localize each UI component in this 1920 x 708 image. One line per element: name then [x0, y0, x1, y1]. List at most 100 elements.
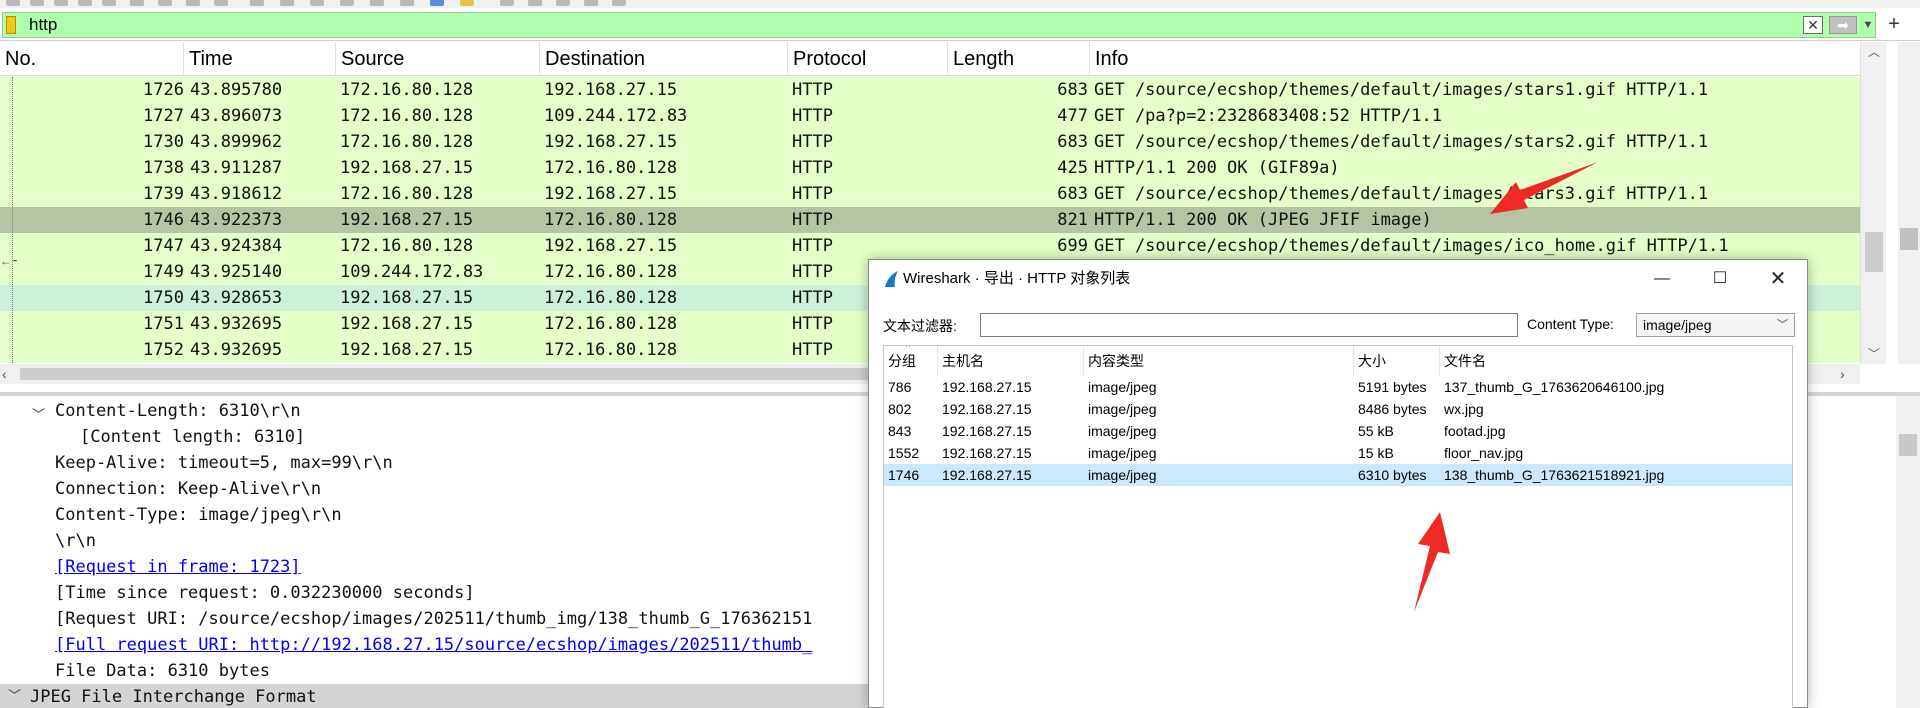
object-host: 192.168.27.15: [942, 401, 1032, 417]
packet-time: 43.924384: [190, 236, 283, 256]
packet-time: 43.922373: [190, 210, 283, 230]
display-filter-input[interactable]: [29, 14, 1789, 36]
details-scrollbar[interactable]: [1896, 396, 1920, 708]
add-filter-button-icon[interactable]: +: [1884, 14, 1904, 34]
packet-list-minimap[interactable]: ︿ ﹀: [1860, 42, 1886, 364]
packet-row[interactable]: 1747 43.924384 172.16.80.128 192.168.27.…: [0, 233, 1860, 259]
packet-destination: 109.244.172.83: [544, 106, 688, 126]
dialog-title-bar[interactable]: Wireshark · 导出 · HTTP 对象列表 — ☐ ✕: [869, 260, 1807, 298]
packet-row[interactable]: 1727 43.896073 172.16.80.128 109.244.172…: [0, 103, 1860, 129]
column-header-size[interactable]: 大小: [1354, 346, 1440, 376]
detail-line[interactable]: \r\n: [55, 528, 96, 554]
detail-line[interactable]: [Request URI: /source/ecshop/images/2025…: [55, 606, 812, 632]
detail-line[interactable]: Content-Length: 6310\r\n: [55, 398, 301, 424]
toolbar-icon[interactable]: [130, 0, 144, 6]
object-size: 5191 bytes: [1358, 379, 1427, 395]
toolbar-icon[interactable]: [30, 0, 44, 6]
packet-row[interactable]: 1726 43.895780 172.16.80.128 192.168.27.…: [0, 77, 1860, 103]
packet-row[interactable]: 1730 43.899962 172.16.80.128 192.168.27.…: [0, 129, 1860, 155]
toolbar-icon[interactable]: [370, 0, 384, 6]
close-icon[interactable]: ✕: [1749, 260, 1807, 298]
detail-line[interactable]: [Time since request: 0.032230000 seconds…: [55, 580, 475, 606]
bookmark-icon[interactable]: [6, 16, 16, 34]
packet-destination: 172.16.80.128: [544, 262, 678, 282]
packet-source: 192.168.27.15: [340, 314, 474, 334]
content-type-value: image/jpeg: [1643, 317, 1712, 333]
column-header-length[interactable]: Length: [948, 42, 1090, 76]
detail-line[interactable]: Keep-Alive: timeout=5, max=99\r\n: [55, 450, 393, 476]
zoom-in-icon[interactable]: [500, 0, 514, 6]
chevron-down-icon[interactable]: ﹀: [1777, 314, 1788, 336]
toolbar-icon[interactable]: [340, 0, 354, 6]
toolbar-icon[interactable]: [78, 0, 92, 6]
column-header-content-type[interactable]: 内容类型: [1084, 346, 1354, 376]
zoom-reset-icon[interactable]: [556, 0, 570, 6]
autoscroll-icon[interactable]: [460, 0, 474, 6]
packet-row-selected[interactable]: 1746 43.922373 192.168.27.15 172.16.80.1…: [0, 207, 1860, 233]
minimize-icon[interactable]: —: [1633, 260, 1691, 298]
toolbar-icon[interactable]: [6, 0, 20, 6]
detail-line[interactable]: Connection: Keep-Alive\r\n: [55, 476, 321, 502]
http-object-row[interactable]: 1552 192.168.27.15 image/jpeg 15 kB floo…: [884, 442, 1792, 464]
column-header-packet[interactable]: 分组: [884, 346, 938, 376]
jpeg-section-header[interactable]: ﹀ JPEG File Interchange Format: [0, 684, 880, 708]
chevron-right-icon[interactable]: ›: [1840, 364, 1845, 384]
request-in-frame-link[interactable]: [Request in frame: 1723]: [55, 554, 301, 580]
column-header-source[interactable]: Source: [336, 42, 540, 76]
maximize-icon[interactable]: ☐: [1691, 260, 1749, 298]
toolbar-icon[interactable]: [310, 0, 324, 6]
http-object-row[interactable]: 843 192.168.27.15 image/jpeg 55 kB foota…: [884, 420, 1792, 442]
apply-filter-icon[interactable]: ➡: [1829, 16, 1857, 34]
clear-filter-icon[interactable]: ✕: [1803, 16, 1823, 34]
column-header-info[interactable]: Info: [1090, 42, 1860, 76]
http-object-row-selected[interactable]: 1746 192.168.27.15 image/jpeg 6310 bytes…: [884, 464, 1792, 486]
chevron-up-icon[interactable]: ︿: [1861, 42, 1887, 62]
http-object-row[interactable]: 786 192.168.27.15 image/jpeg 5191 bytes …: [884, 376, 1792, 398]
packet-row[interactable]: 1739 43.918612 172.16.80.128 192.168.27.…: [0, 181, 1860, 207]
packet-row[interactable]: 1738 43.911287 192.168.27.15 172.16.80.1…: [0, 155, 1860, 181]
object-size: 6310 bytes: [1358, 467, 1427, 483]
colorize-icon[interactable]: [430, 0, 444, 6]
chevron-down-icon[interactable]: ▼: [1861, 16, 1875, 34]
toolbar-icon[interactable]: [186, 0, 200, 6]
toolbar-icon[interactable]: [158, 0, 172, 6]
scroll-thumb[interactable]: [1865, 232, 1883, 272]
table-icon[interactable]: [612, 0, 626, 6]
packet-no: 1751: [143, 314, 184, 334]
detail-line[interactable]: [Content length: 6310]: [80, 424, 305, 450]
detail-line[interactable]: Content-Type: image/jpeg\r\n: [55, 502, 342, 528]
column-header-time[interactable]: Time: [184, 42, 336, 76]
text-filter-input[interactable]: [980, 313, 1518, 337]
column-header-hostname[interactable]: 主机名: [938, 346, 1084, 376]
toolbar-icon[interactable]: [214, 0, 228, 6]
column-header-filename[interactable]: 文件名: [1440, 346, 1792, 376]
scroll-thumb[interactable]: [1899, 434, 1917, 456]
toolbar-icon[interactable]: [102, 0, 116, 6]
chevron-down-icon[interactable]: ﹀: [8, 684, 21, 708]
packet-list-scrollbar[interactable]: [1898, 42, 1920, 364]
chevron-down-icon[interactable]: ﹀: [32, 404, 45, 423]
resize-columns-icon[interactable]: [584, 0, 598, 6]
full-request-uri-link[interactable]: [Full request URI: http://192.168.27.15/…: [55, 632, 812, 658]
column-header-protocol[interactable]: Protocol: [788, 42, 948, 76]
http-object-row[interactable]: 802 192.168.27.15 image/jpeg 8486 bytes …: [884, 398, 1792, 420]
column-header-no[interactable]: No.: [0, 42, 184, 76]
zoom-out-icon[interactable]: [528, 0, 542, 6]
object-host: 192.168.27.15: [942, 423, 1032, 439]
packet-destination: 192.168.27.15: [544, 132, 678, 152]
object-type: image/jpeg: [1088, 401, 1157, 417]
scroll-thumb[interactable]: [1900, 228, 1918, 250]
detail-line[interactable]: File Data: 6310 bytes: [55, 658, 270, 684]
toolbar-icon[interactable]: [54, 0, 68, 6]
content-type-select[interactable]: image/jpeg ﹀: [1636, 313, 1795, 337]
object-packet: 843: [888, 423, 912, 439]
packet-no: 1726: [143, 80, 184, 100]
packet-protocol: HTTP: [792, 236, 833, 256]
column-header-destination[interactable]: Destination: [540, 42, 788, 76]
toolbar-icon[interactable]: [280, 0, 294, 6]
section-label: JPEG File Interchange Format: [30, 687, 317, 707]
chevron-left-icon[interactable]: ‹: [2, 364, 7, 384]
toolbar-icon[interactable]: [400, 0, 414, 6]
chevron-down-icon[interactable]: ﹀: [1861, 344, 1887, 364]
toolbar-icon[interactable]: [250, 0, 264, 6]
